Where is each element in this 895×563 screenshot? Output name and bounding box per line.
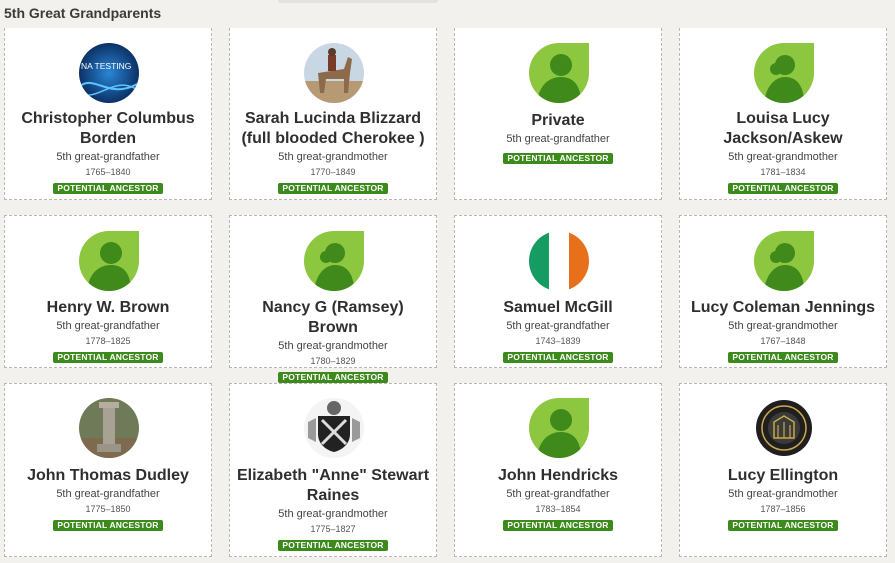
male-silhouette-icon: [529, 398, 589, 458]
relationship-label: 5th great-grandmother: [728, 488, 838, 500]
life-years: 1775–1850: [85, 504, 131, 514]
relationship-label: 5th great-grandfather: [506, 488, 610, 500]
potential-ancestor-badge: POTENTIAL ANCESTOR: [53, 352, 163, 363]
ancestor-name[interactable]: John Hendricks: [455, 466, 661, 486]
relationship-label: 5th great-grandmother: [278, 508, 388, 520]
ancestor-name[interactable]: Private: [455, 111, 661, 131]
ancestor-card[interactable]: John Hendricks 5th great-grandfather 178…: [454, 383, 662, 557]
life-years: 1770–1849: [310, 167, 356, 177]
ancestor-name[interactable]: Henry W. Brown: [5, 298, 211, 318]
ancestor-name[interactable]: Lucy Coleman Jennings: [680, 298, 886, 318]
potential-ancestor-badge: POTENTIAL ANCESTOR: [53, 183, 163, 194]
relationship-label: 5th great-grandfather: [56, 320, 160, 332]
ancestor-name[interactable]: Elizabeth "Anne" Stewart Raines: [230, 466, 436, 506]
ancestor-name[interactable]: Louisa Lucy Jackson/Askew: [680, 109, 886, 149]
ancestor-card[interactable]: Lucy Coleman Jennings 5th great-grandmot…: [679, 215, 887, 368]
relationship-label: 5th great-grandfather: [506, 133, 610, 145]
relationship-label: 5th great-grandmother: [278, 151, 388, 163]
ancestor-card[interactable]: Nancy G (Ramsey) Brown 5th great-grandmo…: [229, 215, 437, 383]
ancestor-name[interactable]: John Thomas Dudley: [5, 466, 211, 486]
life-years: 1778–1825: [85, 336, 131, 346]
gravestone-photo: [79, 398, 139, 458]
state-seal-photo: [754, 398, 814, 458]
potential-ancestor-badge: POTENTIAL ANCESTOR: [728, 352, 838, 363]
ancestor-name[interactable]: Christopher Columbus Borden: [5, 109, 211, 149]
potential-ancestor-badge: POTENTIAL ANCESTOR: [53, 520, 163, 531]
ancestor-name[interactable]: Samuel McGill: [455, 298, 661, 318]
ancestor-card[interactable]: Private 5th great-grandfather POTENTIAL …: [454, 28, 662, 200]
irish-flag-photo: [529, 231, 589, 291]
potential-ancestor-badge: POTENTIAL ANCESTOR: [278, 372, 388, 383]
male-silhouette-icon: [79, 231, 139, 291]
male-silhouette-icon: [529, 43, 589, 103]
potential-ancestor-badge: POTENTIAL ANCESTOR: [503, 520, 613, 531]
top-tab-strip: [278, 0, 438, 3]
potential-ancestor-badge: POTENTIAL ANCESTOR: [278, 540, 388, 551]
ancestor-grid: NA TESTING Christopher Columbus Borden 5…: [4, 28, 889, 563]
ancestor-name[interactable]: Sarah Lucinda Blizzard (full blooded Che…: [230, 109, 436, 149]
potential-ancestor-badge: POTENTIAL ANCESTOR: [503, 352, 613, 363]
ancestor-card[interactable]: Elizabeth "Anne" Stewart Raines 5th grea…: [229, 383, 437, 557]
ancestor-name[interactable]: Nancy G (Ramsey) Brown: [230, 298, 436, 338]
horse-rider-photo: [304, 43, 364, 103]
ancestor-card[interactable]: NA TESTING Christopher Columbus Borden 5…: [4, 28, 212, 200]
relationship-label: 5th great-grandfather: [506, 320, 610, 332]
life-years: 1775–1827: [310, 524, 356, 534]
potential-ancestor-badge: POTENTIAL ANCESTOR: [728, 520, 838, 531]
ancestor-name[interactable]: Lucy Ellington: [680, 466, 886, 486]
life-years: 1765–1840: [85, 167, 131, 177]
coat-of-arms-photo: [304, 398, 364, 458]
relationship-label: 5th great-grandmother: [728, 320, 838, 332]
ancestor-card[interactable]: Henry W. Brown 5th great-grandfather 177…: [4, 215, 212, 368]
life-years: 1787–1856: [760, 504, 806, 514]
relationship-label: 5th great-grandmother: [728, 151, 838, 163]
relationship-label: 5th great-grandfather: [56, 151, 160, 163]
ancestor-card[interactable]: Sarah Lucinda Blizzard (full blooded Che…: [229, 28, 437, 200]
life-years: 1780–1829: [310, 356, 356, 366]
female-silhouette-icon: [754, 43, 814, 103]
relationship-label: 5th great-grandfather: [56, 488, 160, 500]
life-years: 1767–1848: [760, 336, 806, 346]
potential-ancestor-badge: POTENTIAL ANCESTOR: [278, 183, 388, 194]
ancestor-card[interactable]: Louisa Lucy Jackson/Askew 5th great-gran…: [679, 28, 887, 200]
svg-text:NA TESTING: NA TESTING: [81, 61, 131, 71]
section-title: 5th Great Grandparents: [4, 5, 162, 21]
female-silhouette-icon: [304, 231, 364, 291]
relationship-label: 5th great-grandmother: [278, 340, 388, 352]
ancestor-card[interactable]: Samuel McGill 5th great-grandfather 1743…: [454, 215, 662, 368]
potential-ancestor-badge: POTENTIAL ANCESTOR: [728, 183, 838, 194]
potential-ancestor-badge: POTENTIAL ANCESTOR: [503, 153, 613, 164]
ancestor-card[interactable]: John Thomas Dudley 5th great-grandfather…: [4, 383, 212, 557]
life-years: 1783–1854: [535, 504, 581, 514]
life-years: 1743–1839: [535, 336, 581, 346]
ancestor-card[interactable]: Lucy Ellington 5th great-grandmother 178…: [679, 383, 887, 557]
female-silhouette-icon: [754, 231, 814, 291]
dna-testing-photo: NA TESTING: [79, 43, 139, 103]
life-years: 1781–1834: [760, 167, 806, 177]
